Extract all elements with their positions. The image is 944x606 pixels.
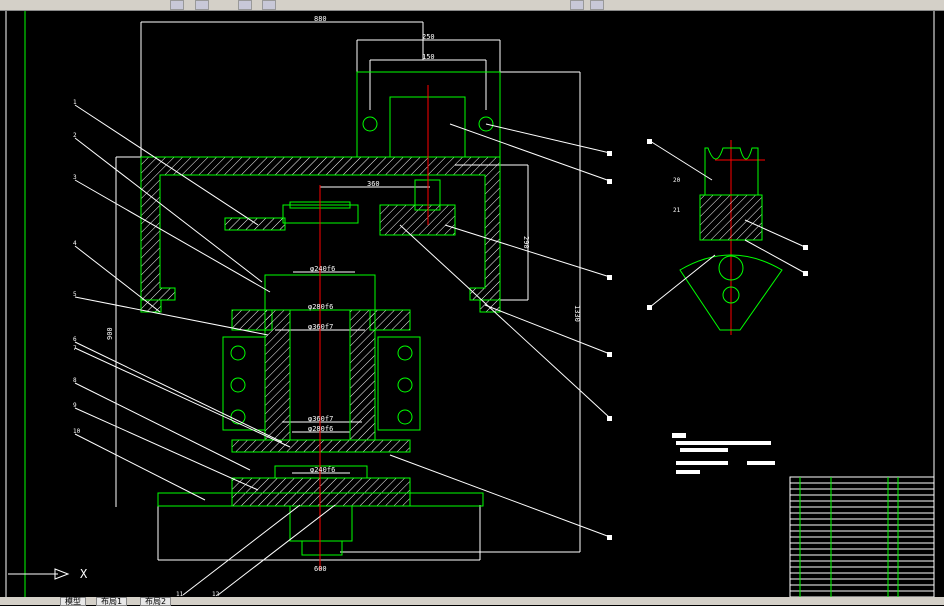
bolt-hole bbox=[362, 116, 378, 132]
dim-base-width: 600 bbox=[314, 565, 327, 573]
part-label: 9 bbox=[73, 402, 77, 409]
dim-arm-length: 360 bbox=[367, 180, 380, 188]
part-label: 1 bbox=[73, 99, 77, 106]
dim-total-height: 1330 bbox=[573, 305, 581, 322]
leader-lines bbox=[74, 104, 806, 596]
dim-d1: φ240f6 bbox=[310, 265, 335, 273]
detail-label: 21 bbox=[673, 207, 681, 214]
layer-state-button[interactable] bbox=[262, 0, 276, 10]
dim-overall-width: 880 bbox=[314, 15, 327, 23]
dim-bolt-spacing: 150 bbox=[422, 53, 435, 61]
toolbar-button[interactable] bbox=[195, 0, 209, 10]
detail-label: 20 bbox=[673, 177, 681, 184]
toolbar-button[interactable] bbox=[170, 0, 184, 10]
part-label: 10 bbox=[73, 428, 81, 435]
dim-d2: φ280f6 bbox=[308, 303, 333, 311]
title-block bbox=[789, 476, 935, 597]
dim-top-block: 250 bbox=[422, 33, 435, 41]
dim-d5: φ280f6 bbox=[308, 425, 333, 433]
dim-d3: φ360f7 bbox=[308, 323, 333, 331]
technical-notes bbox=[672, 433, 775, 474]
part-label: 3 bbox=[73, 174, 77, 181]
part-label: 6 bbox=[73, 336, 77, 343]
toolbar-button[interactable] bbox=[590, 0, 604, 10]
part-label: 4 bbox=[73, 240, 77, 247]
layer-button[interactable] bbox=[238, 0, 252, 10]
drawing-canvas[interactable]: 880 250 150 360 290 1330 900 600 φ240f6 … bbox=[0, 11, 944, 597]
dim-box-height: 290 bbox=[522, 236, 530, 249]
part-label: 2 bbox=[73, 132, 77, 139]
part-label: 5 bbox=[73, 291, 77, 298]
ucs-icon: X bbox=[8, 567, 88, 581]
part-label: 7 bbox=[73, 345, 77, 352]
layout-tabs: 模型 布局1 布局2 bbox=[0, 597, 944, 606]
dim-d6: φ240f6 bbox=[310, 466, 335, 474]
dim-d4: φ360f7 bbox=[308, 415, 333, 423]
toolbar-button[interactable] bbox=[570, 0, 584, 10]
dim-column-height: 900 bbox=[106, 327, 114, 340]
ucs-x-label: X bbox=[80, 567, 88, 581]
part-label: 8 bbox=[73, 377, 77, 384]
toolbar bbox=[0, 0, 944, 11]
